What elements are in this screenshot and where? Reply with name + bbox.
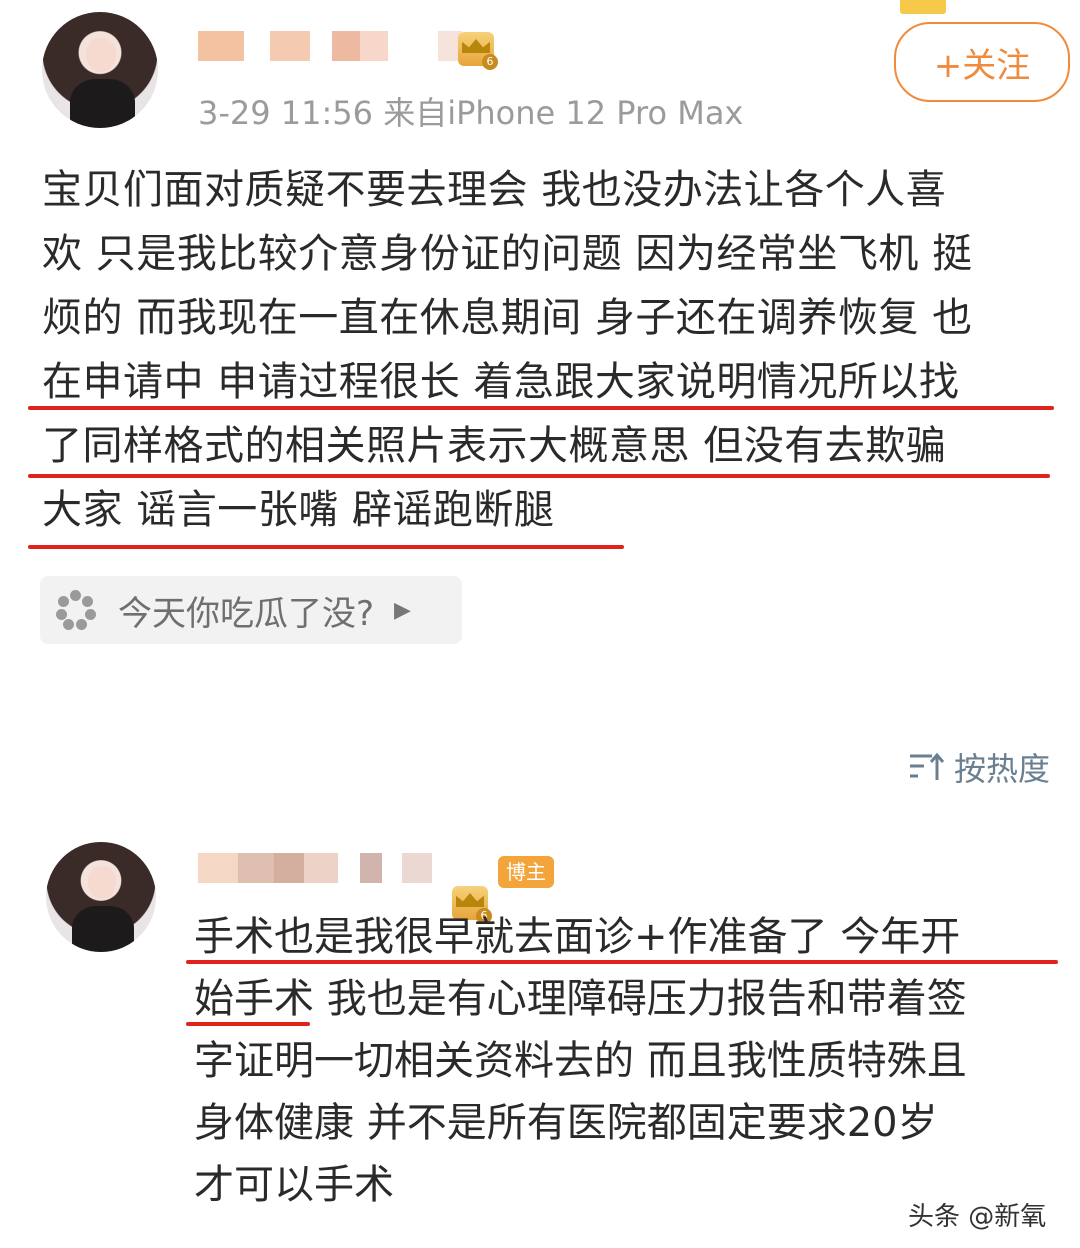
comment-avatar[interactable]: [46, 842, 156, 952]
highlight-underline: [28, 545, 624, 549]
highlight-underline: [28, 406, 1054, 410]
follow-label: +关注: [933, 45, 1031, 86]
comment-line: 手术也是我很早就去面诊+作准备了 今年开: [194, 914, 961, 960]
post-line: 烦的 而我现在一直在休息期间 身子还在调养恢复 也: [42, 295, 973, 341]
highlight-underline: [186, 1022, 310, 1026]
comment-line: 字证明一切相关资料去的 而且我性质特殊且: [194, 1038, 967, 1084]
chevron-right-icon: ▶: [394, 597, 411, 623]
post-body: 宝贝们面对质疑不要去理会 我也没办法让各个人喜 欢 只是我比较介意身份证的问题 …: [42, 158, 1072, 542]
topic-chip[interactable]: 今天你吃瓜了没? ▶: [40, 576, 462, 644]
flower-icon: [56, 590, 96, 630]
sort-label: 按热度: [954, 750, 1051, 788]
post-meta: 3-29 11:56 来自iPhone 12 Pro Max: [198, 94, 744, 132]
comment-line: 始手术 我也是有心理障碍压力报告和带着签: [194, 976, 967, 1022]
comment-line: 身体健康 并不是所有医院都固定要求20岁: [194, 1100, 938, 1146]
post-line: 欢 只是我比较介意身份证的问题 因为经常坐飞机 挺: [42, 231, 973, 277]
blogger-badge: 博主: [498, 856, 554, 888]
highlight-underline: [28, 474, 1050, 478]
post-line: 在申请中 申请过程很长 着急跟大家说明情况所以找: [42, 359, 960, 405]
topic-label: 今天你吃瓜了没?: [118, 593, 375, 634]
post-line: 大家 谣言一张嘴 辟谣跑断腿: [42, 487, 555, 533]
corner-badge: [900, 0, 946, 14]
highlight-underline: [186, 960, 1058, 964]
sort-icon: [910, 752, 945, 780]
comment-body: 手术也是我很早就去面诊+作准备了 今年开 始手术 我也是有心理障碍压力报告和带着…: [194, 906, 1074, 1216]
follow-button[interactable]: +关注: [894, 22, 1070, 102]
sort-toggle[interactable]: 按热度: [908, 744, 1050, 790]
watermark: 头条 @新氧: [908, 1202, 1047, 1232]
username-blurred[interactable]: [198, 26, 462, 66]
vip-crown-icon: 6: [458, 32, 498, 70]
post-line: 宝贝们面对质疑不要去理会 我也没办法让各个人喜: [42, 167, 947, 213]
avatar[interactable]: [42, 12, 158, 128]
post-line: 了同样格式的相关照片表示大概意思 但没有去欺骗: [42, 423, 947, 469]
comment-username-blurred[interactable]: [198, 848, 432, 888]
